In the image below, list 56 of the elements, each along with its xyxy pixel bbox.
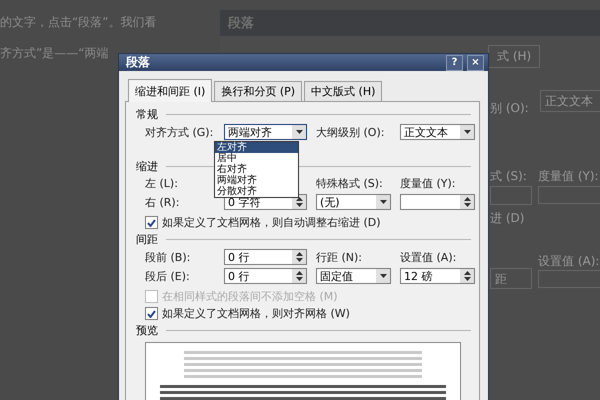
check-icon bbox=[147, 310, 156, 318]
dropdown-field[interactable]: 正文文本 bbox=[400, 124, 475, 140]
dropdown-field[interactable]: (无) bbox=[316, 194, 391, 210]
section-heading: 间距 bbox=[136, 232, 158, 246]
tab[interactable]: 换行和分页 (P) bbox=[214, 81, 302, 102]
dropdown-field[interactable]: 固定值 bbox=[316, 268, 391, 284]
checkbox[interactable] bbox=[145, 216, 158, 229]
field-label: 行距 (N): bbox=[316, 250, 364, 265]
background-field bbox=[538, 186, 600, 204]
spin-field[interactable]: 12 磅 bbox=[400, 268, 475, 284]
background-field bbox=[490, 186, 532, 205]
spin-arrows-icon bbox=[296, 252, 302, 262]
field-label: 对齐方式 (G): bbox=[145, 125, 214, 140]
field-label: 度量值 (Y): bbox=[400, 176, 457, 191]
section-heading: 预览 bbox=[136, 322, 158, 338]
dropdown-arrow-icon bbox=[296, 130, 302, 134]
close-button[interactable]: × bbox=[467, 54, 484, 70]
background-label: 别 (O): bbox=[490, 100, 529, 117]
field-label: 段前 (B): bbox=[145, 250, 192, 265]
field-label: 特殊格式 (S): bbox=[316, 176, 384, 191]
background-text: 的文字，点击“段落”。我们看 bbox=[0, 14, 156, 31]
field-label: 段后 (E): bbox=[145, 269, 191, 284]
checkbox-label: 如果定义了文档网格，则自动调整右缩进 (D) bbox=[162, 215, 381, 230]
spin-field[interactable] bbox=[400, 194, 475, 210]
section-heading: 常规 bbox=[136, 106, 158, 122]
checkbox-label: 在相同样式的段落间不添加空格 (M) bbox=[162, 289, 338, 304]
field-label: 大纲级别 (O): bbox=[316, 125, 386, 140]
spin-field[interactable]: 0 行 bbox=[224, 268, 307, 284]
section-heading: 缩进 bbox=[136, 158, 158, 174]
spin-arrows-icon bbox=[296, 271, 302, 281]
tab[interactable]: 中文版式 (H) bbox=[304, 81, 382, 102]
background-label: 度量值 (Y): bbox=[538, 168, 599, 185]
dropdown-arrow-icon bbox=[464, 130, 470, 134]
dropdown-arrow-icon bbox=[380, 200, 386, 204]
checkbox[interactable] bbox=[145, 307, 158, 320]
background-field: 距 bbox=[490, 268, 532, 289]
check-icon bbox=[147, 218, 156, 226]
tab[interactable]: 缩进和间距 (I) bbox=[128, 79, 212, 102]
background-field: 正文文本 bbox=[540, 90, 600, 112]
field-label: 设置值 (A): bbox=[400, 250, 458, 265]
background-label: 进 (D) bbox=[490, 210, 524, 227]
spin-field[interactable]: 0 行 bbox=[224, 249, 307, 265]
background-label: 设置值 (A): bbox=[538, 253, 600, 270]
help-button[interactable]: ? bbox=[446, 54, 463, 70]
dropdown-option[interactable]: 左对齐 bbox=[215, 142, 298, 153]
field-label: 左 (L): bbox=[145, 176, 179, 191]
checkbox-label: 如果定义了文档网格，则对齐网格 (W) bbox=[162, 306, 350, 321]
background-field bbox=[538, 270, 600, 288]
dropdown-arrow-icon bbox=[380, 274, 386, 278]
background-label: 式 (S): bbox=[490, 168, 527, 185]
spin-arrows-icon bbox=[464, 197, 470, 207]
dropdown-field[interactable]: 两端对齐 bbox=[224, 124, 307, 140]
spin-arrows-icon bbox=[464, 271, 470, 281]
field-label: 右 (R): bbox=[145, 195, 180, 210]
background-text: 齐方式”是——“两端 bbox=[0, 45, 108, 62]
dialog-title: 段落 bbox=[126, 54, 151, 71]
